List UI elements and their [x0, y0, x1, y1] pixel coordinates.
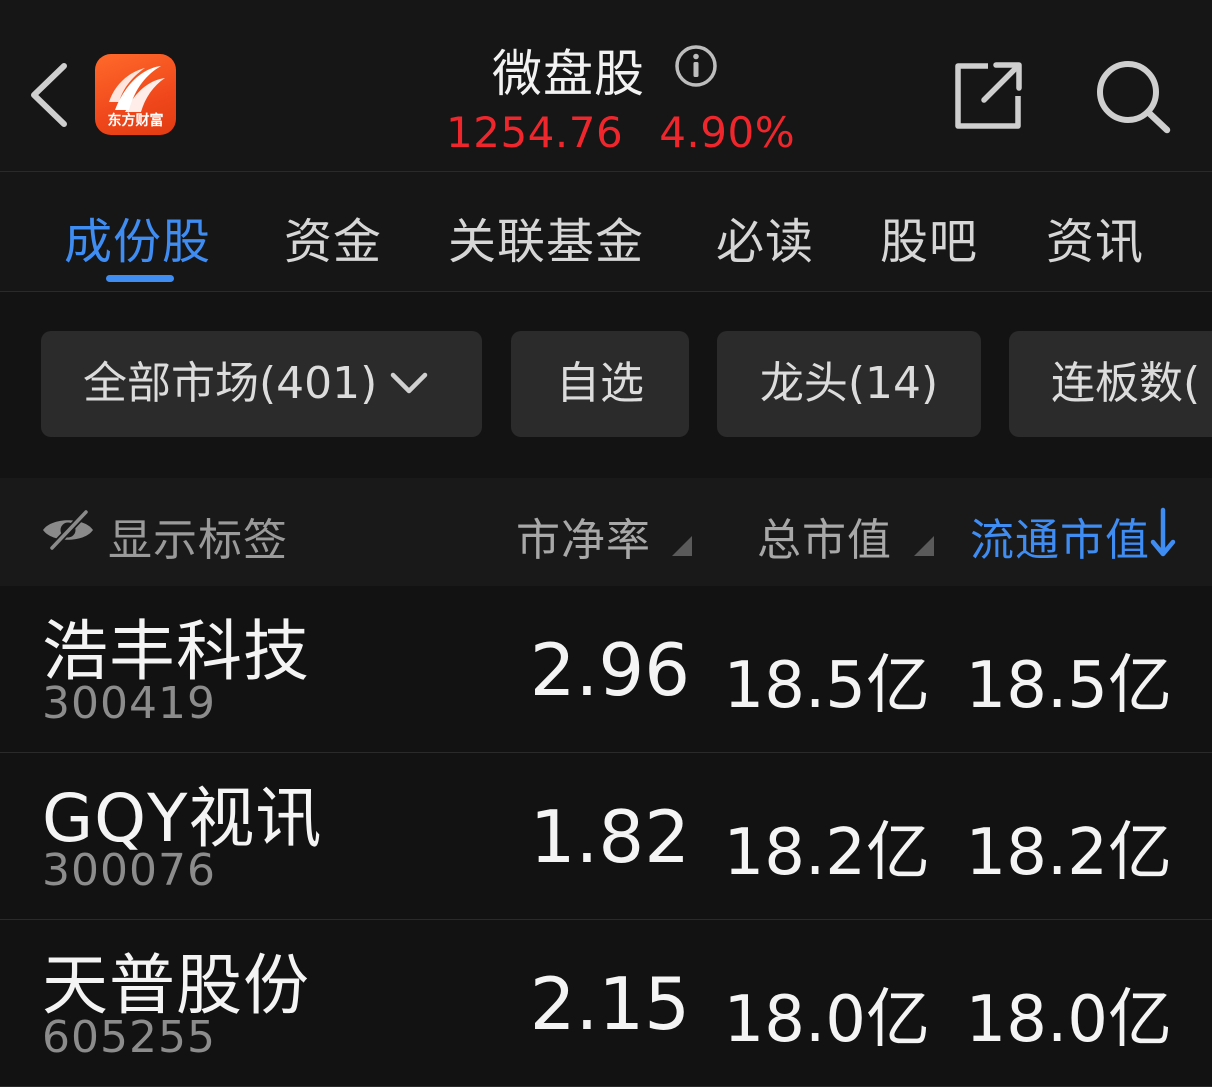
- tab-constituents[interactable]: 成份股: [64, 202, 211, 272]
- sort-indicator-icon: [914, 536, 934, 556]
- back-button[interactable]: [22, 58, 76, 132]
- tab-bar: 成份股 资金 关联基金 必读 股吧 资讯: [0, 172, 1212, 292]
- filter-watchlist-label: 自选: [556, 358, 644, 409]
- top-bar: 东方财富 微盘股 1254.76 4.90%: [0, 0, 1212, 172]
- float-market-cap-value: 18.0亿: [965, 983, 1173, 1057]
- column-float-market-cap[interactable]: 流通市值: [970, 504, 1150, 568]
- market-cap-value: 18.0亿: [723, 983, 931, 1057]
- pb-ratio-value: 1.82: [529, 795, 690, 879]
- app-logo[interactable]: 东方财富: [95, 54, 176, 135]
- float-market-cap-value: 18.2亿: [965, 816, 1173, 890]
- stock-code: 300076: [42, 845, 216, 896]
- stock-code: 300419: [42, 678, 216, 729]
- table-row[interactable]: GQY视讯 300076 1.82 18.2亿 18.2亿: [0, 753, 1212, 920]
- filter-watchlist[interactable]: 自选: [511, 331, 689, 437]
- index-price: 1254.76: [446, 108, 624, 157]
- pb-ratio-value: 2.15: [529, 962, 690, 1046]
- tab-funds-flow[interactable]: 资金: [284, 202, 382, 272]
- index-change-percent: 4.90%: [659, 108, 796, 157]
- filter-limit-up-streak-label: 连板数(: [1051, 358, 1201, 409]
- show-tags-toggle[interactable]: 显示标签: [108, 504, 288, 568]
- filter-all-markets[interactable]: 全部市场(401): [41, 331, 482, 437]
- pb-ratio-value: 2.96: [529, 628, 690, 712]
- sort-indicator-icon: [672, 536, 692, 556]
- tab-news[interactable]: 资讯: [1046, 202, 1144, 272]
- filter-all-markets-label: 全部市场(401): [83, 358, 378, 409]
- share-icon: [955, 62, 1022, 129]
- tab-must-read[interactable]: 必读: [716, 202, 814, 272]
- eye-off-icon[interactable]: [40, 506, 96, 554]
- tab-related-funds[interactable]: 关联基金: [448, 202, 644, 272]
- table-header: 显示标签 市净率 总市值 流通市值: [0, 478, 1212, 586]
- chevron-down-icon: [391, 372, 428, 394]
- info-button[interactable]: [674, 44, 718, 88]
- column-pb-ratio[interactable]: 市净率: [516, 504, 651, 568]
- stock-code: 605255: [42, 1012, 216, 1063]
- page-title: 微盘股: [492, 45, 645, 103]
- search-icon: [1097, 61, 1171, 134]
- share-button[interactable]: [950, 56, 1026, 132]
- table-row[interactable]: 浩丰科技 300419 2.96 18.5亿 18.5亿: [0, 586, 1212, 753]
- chevron-left-icon: [31, 63, 67, 127]
- info-icon: [675, 45, 717, 87]
- filter-bar: 全部市场(401) 自选 龙头(14) 连板数(: [0, 292, 1212, 478]
- tab-forum[interactable]: 股吧: [880, 202, 978, 272]
- float-market-cap-value: 18.5亿: [965, 649, 1173, 723]
- column-market-cap[interactable]: 总市值: [757, 504, 892, 568]
- filter-leaders-label: 龙头(14): [759, 358, 939, 409]
- arrow-down-icon: [1150, 507, 1176, 557]
- filter-limit-up-streak[interactable]: 连板数(: [1009, 331, 1212, 437]
- market-cap-value: 18.5亿: [723, 649, 931, 723]
- logo-text: 东方财富: [107, 113, 164, 129]
- search-button[interactable]: [1092, 56, 1174, 136]
- index-quote: 1254.76 4.90%: [446, 108, 795, 157]
- active-tab-indicator: [106, 275, 174, 282]
- index-title-block: 微盘股 1254.76 4.90%: [400, 30, 820, 160]
- filter-leaders[interactable]: 龙头(14): [717, 331, 981, 437]
- table-row[interactable]: 天普股份 605255 2.15 18.0亿 18.0亿: [0, 920, 1212, 1087]
- market-cap-value: 18.2亿: [723, 816, 931, 890]
